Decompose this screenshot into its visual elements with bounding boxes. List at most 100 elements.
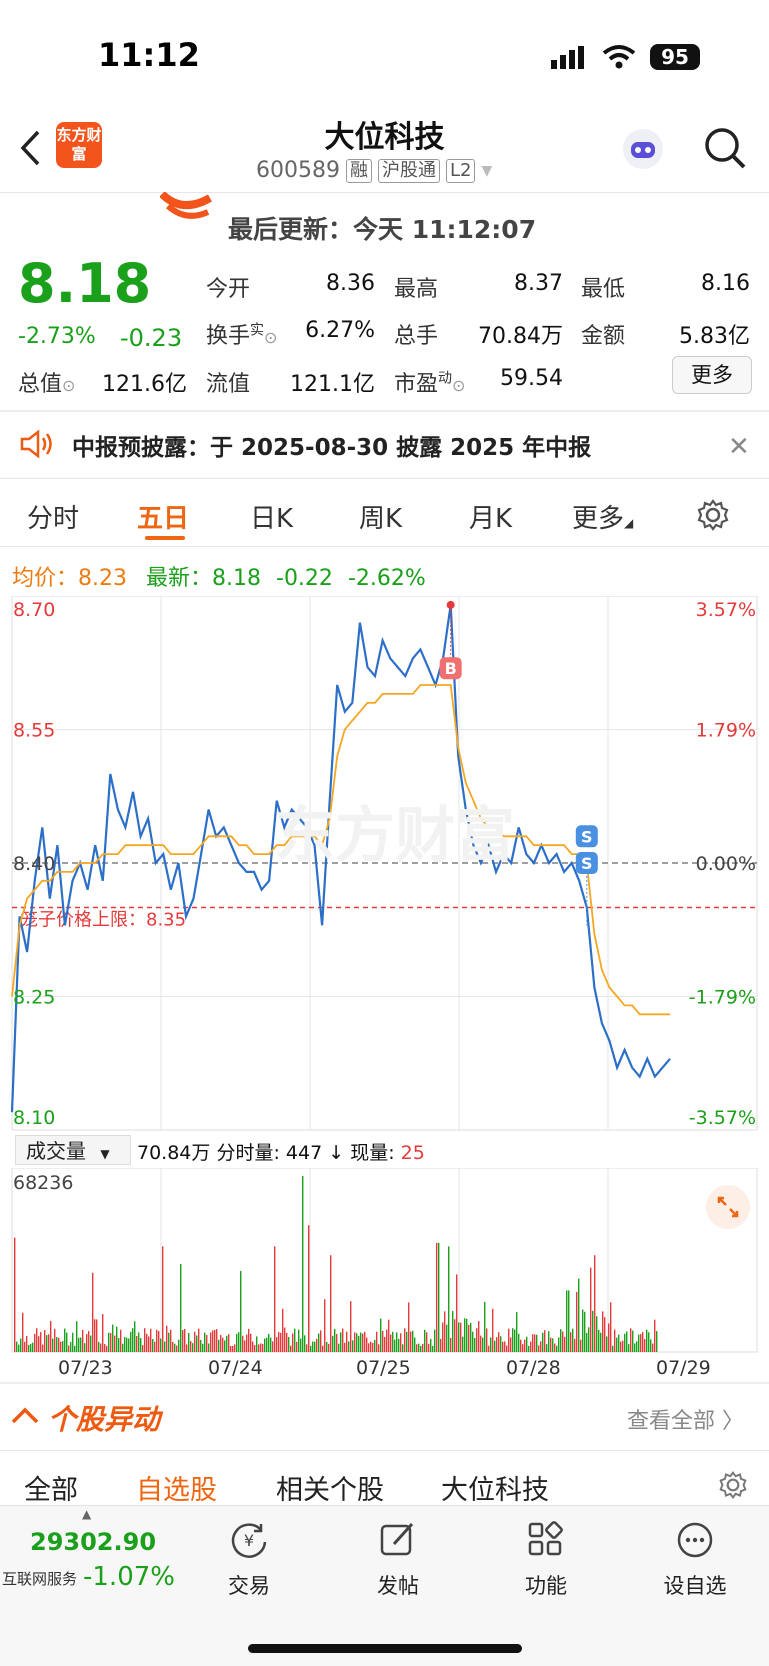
more-dots-icon[interactable] bbox=[655, 1520, 735, 1564]
tab-add-watchlist[interactable]: 设自选 bbox=[655, 1570, 735, 1600]
search-icon[interactable] bbox=[703, 126, 747, 174]
volume-bar bbox=[498, 1332, 500, 1352]
volume-bar bbox=[624, 1333, 626, 1352]
volume-bar bbox=[602, 1311, 604, 1352]
latest-label: 最新： bbox=[146, 566, 213, 591]
chevron-up-icon[interactable] bbox=[10, 1402, 40, 1430]
volume-selector[interactable]: 成交量 ▼ bbox=[15, 1135, 131, 1165]
latest-pct: -2.62% bbox=[347, 566, 426, 591]
volume-bar bbox=[120, 1329, 122, 1352]
volume-bar bbox=[584, 1311, 586, 1352]
more-button[interactable]: 更多 bbox=[672, 356, 752, 394]
volume-bar bbox=[342, 1328, 344, 1352]
volume-bar bbox=[280, 1332, 282, 1352]
volume-bar bbox=[644, 1339, 646, 1352]
filter-tab-related[interactable]: 相关个股 bbox=[276, 1468, 384, 1507]
volume-bar bbox=[98, 1341, 100, 1352]
expand-icon[interactable] bbox=[706, 1185, 750, 1233]
tab-post[interactable]: 发帖 bbox=[358, 1570, 438, 1600]
volume-now-label: 现量: bbox=[350, 1142, 395, 1164]
tab-trade[interactable]: 交易 bbox=[209, 1570, 289, 1600]
status-time: 11:12 bbox=[98, 36, 200, 74]
volume-bar bbox=[68, 1345, 70, 1352]
volume-bar bbox=[492, 1308, 494, 1352]
filter-settings-gear-icon[interactable] bbox=[718, 1470, 748, 1504]
volume-bar bbox=[510, 1337, 512, 1352]
volume-bar bbox=[518, 1333, 520, 1352]
index-pct: -1.07% bbox=[83, 1562, 175, 1592]
low-label: 最低 bbox=[581, 277, 626, 302]
volume-bar bbox=[356, 1333, 358, 1352]
settings-gear-icon[interactable] bbox=[696, 498, 730, 536]
volume-bar bbox=[286, 1332, 288, 1352]
volume-bar bbox=[70, 1342, 72, 1352]
tab-daily-k[interactable]: 日K bbox=[250, 498, 293, 535]
change-value: -0.23 bbox=[120, 324, 183, 352]
volume-bar bbox=[428, 1343, 430, 1352]
volume-bar bbox=[560, 1329, 562, 1352]
volume-bar bbox=[298, 1329, 300, 1352]
volume-bar bbox=[358, 1335, 360, 1352]
yen-cycle-icon[interactable]: ¥ bbox=[209, 1520, 289, 1564]
filter-tab-watchlist[interactable]: 自选股 bbox=[136, 1468, 217, 1507]
volume-bar bbox=[442, 1322, 444, 1352]
tab-function[interactable]: 功能 bbox=[506, 1570, 586, 1600]
tab-monthly-k[interactable]: 月K bbox=[469, 498, 512, 535]
sell-marker-label: S bbox=[581, 854, 593, 873]
volume-bar bbox=[92, 1272, 94, 1352]
volume-bar bbox=[328, 1343, 330, 1352]
volume-bar bbox=[16, 1341, 18, 1352]
volume-bar bbox=[462, 1336, 464, 1352]
close-icon[interactable]: ✕ bbox=[728, 432, 750, 462]
volume-bar bbox=[540, 1341, 542, 1352]
caret-down-icon: ▼ bbox=[100, 1147, 110, 1161]
tab-weekly-k[interactable]: 周K bbox=[359, 498, 402, 535]
announcement-text[interactable]: 中报预披露：于 2025-08-30 披露 2025 年中报 bbox=[72, 428, 591, 462]
current-price: 8.18 bbox=[18, 252, 152, 315]
volume-bar bbox=[64, 1328, 66, 1352]
tab-five-day[interactable]: 五日 bbox=[137, 498, 189, 535]
section-title: 个股异动 bbox=[48, 1403, 161, 1436]
stock-code-row[interactable]: 600589 融 沪股通 L2 ▼ bbox=[256, 158, 492, 183]
volume-bar bbox=[554, 1343, 556, 1352]
robot-assistant-icon[interactable] bbox=[620, 126, 666, 176]
info-circle-icon[interactable]: ⊙ bbox=[264, 328, 277, 347]
volume-bar bbox=[484, 1301, 486, 1352]
volume-bar bbox=[26, 1335, 28, 1352]
volume-bar bbox=[116, 1326, 118, 1352]
view-all-link[interactable]: 查看全部 〉 bbox=[627, 1403, 744, 1435]
volume-bar bbox=[58, 1337, 60, 1352]
decor-swoosh-icon bbox=[159, 191, 216, 226]
info-circle-icon[interactable]: ⊙ bbox=[452, 376, 465, 395]
volume-bar bbox=[248, 1328, 250, 1352]
volume-bar bbox=[84, 1343, 86, 1352]
tab-more[interactable]: 更多◢ bbox=[572, 498, 633, 535]
volume-bar bbox=[208, 1343, 210, 1352]
volume-bar bbox=[338, 1343, 340, 1352]
volume-bar bbox=[366, 1337, 368, 1352]
volume-bar bbox=[622, 1340, 624, 1352]
volume-bar bbox=[618, 1334, 620, 1352]
volume-bar bbox=[522, 1344, 524, 1352]
volume-bar bbox=[526, 1336, 528, 1352]
edit-icon[interactable] bbox=[358, 1520, 438, 1564]
price-chart[interactable]: 笼子价格上限：8.35 B SS 8.70 8.55 8.40 8.25 8.10 3.57% 1… bbox=[0, 596, 769, 1134]
volume-bar bbox=[404, 1328, 406, 1352]
volume-bar bbox=[66, 1332, 68, 1352]
volume-bar bbox=[588, 1327, 590, 1352]
volume-bar bbox=[638, 1334, 640, 1352]
volume-bar bbox=[496, 1337, 498, 1352]
info-circle-icon[interactable]: ⊙ bbox=[62, 376, 75, 395]
index-value[interactable]: 29302.90 bbox=[30, 1528, 156, 1556]
filter-tab-stock[interactable]: 大位科技 bbox=[441, 1468, 549, 1507]
volume-bar bbox=[368, 1343, 370, 1352]
volume-bar bbox=[256, 1336, 258, 1352]
volume-chart[interactable] bbox=[0, 1168, 769, 1354]
grid-icon[interactable] bbox=[506, 1520, 586, 1564]
volume-bar bbox=[32, 1342, 34, 1352]
volume-bar bbox=[158, 1331, 160, 1352]
filter-tab-all[interactable]: 全部 bbox=[24, 1468, 78, 1507]
volume-bar bbox=[352, 1340, 354, 1352]
tab-intraday[interactable]: 分时 bbox=[27, 498, 79, 535]
volume-bar bbox=[516, 1312, 518, 1352]
